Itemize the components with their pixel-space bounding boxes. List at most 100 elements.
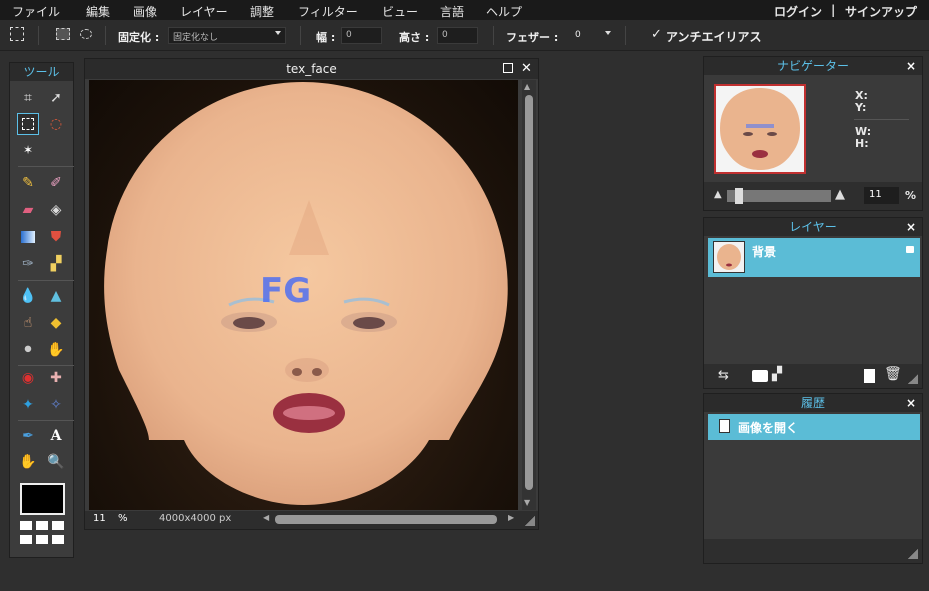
navigator-thumbnail[interactable]: [714, 84, 806, 174]
document-close-icon[interactable]: ✕: [521, 59, 532, 79]
eraser-icon[interactable]: ▰: [17, 199, 39, 221]
marquee-icon[interactable]: [17, 113, 39, 135]
maximize-icon[interactable]: [503, 63, 513, 73]
auth-separator: |: [831, 3, 836, 17]
feather-input[interactable]: 0: [570, 27, 600, 44]
navigator-zoom-bar: ▲ ▲ 11 %: [704, 182, 922, 210]
zoom-icon[interactable]: 🔍: [45, 451, 67, 473]
navigator-zoom-slider[interactable]: [727, 188, 831, 204]
menu-image[interactable]: 画像: [133, 3, 157, 20]
zoom-in-mountain-icon[interactable]: ▲: [835, 187, 845, 202]
sponge-icon[interactable]: ◆: [45, 312, 67, 334]
resize-grip-icon[interactable]: [525, 516, 535, 526]
layers-close-icon[interactable]: ×: [906, 218, 916, 236]
history-resize-icon[interactable]: [908, 549, 918, 559]
sharpen-icon[interactable]: ▲: [45, 285, 67, 307]
spot-heal-icon[interactable]: ✚: [45, 367, 67, 389]
zoom-value[interactable]: 11: [93, 513, 106, 524]
rect-shape-icon[interactable]: [56, 28, 70, 40]
antialias-label: アンチエイリアス: [666, 30, 762, 44]
document-window: tex_face ✕ FG ▲ ▼ 11 % 4000x4000 px ◀ ▶: [84, 58, 539, 530]
image-size: 4000x4000 px: [159, 513, 232, 524]
width-value: 0: [346, 30, 352, 40]
menu-file[interactable]: ファイル: [12, 3, 60, 20]
document-titlebar: tex_face: [85, 59, 538, 79]
layer-settings-icon[interactable]: ⇆: [718, 368, 729, 383]
options-bar: 固定化 : 固定化なし 幅 : 0 高さ : 0 フェザー : 0 ✓ アンチエ…: [0, 20, 929, 51]
pencil-icon[interactable]: ✎: [17, 172, 39, 194]
grid-icon[interactable]: [20, 521, 68, 549]
history-item[interactable]: 画像を開く: [708, 414, 920, 440]
history-item-label: 画像を開く: [738, 421, 799, 435]
chevron-down-icon: [275, 31, 281, 35]
marquee-tool-icon: [10, 27, 24, 41]
layer-mask-icon[interactable]: [752, 370, 768, 382]
stamp-icon[interactable]: ⛊: [45, 226, 67, 248]
menu-view[interactable]: ビュー: [382, 3, 418, 20]
text-tool-icon[interactable]: A: [45, 425, 67, 447]
antialias-checkbox[interactable]: ✓: [651, 27, 662, 42]
burn-icon[interactable]: ✋: [45, 339, 67, 361]
scroll-thumb-horizontal[interactable]: [275, 515, 497, 524]
height-input[interactable]: 0: [437, 27, 478, 44]
scroll-down-icon[interactable]: ▼: [524, 498, 530, 507]
dodge-icon[interactable]: ⚫: [17, 339, 39, 361]
zoom-out-mountain-icon[interactable]: ▲: [714, 189, 722, 200]
vertical-scrollbar[interactable]: ▲ ▼: [522, 80, 536, 510]
image-canvas[interactable]: FG: [89, 80, 518, 510]
smudge-icon[interactable]: ☝: [17, 312, 39, 334]
menu-adjust[interactable]: 調整: [250, 3, 274, 20]
scroll-up-icon[interactable]: ▲: [524, 82, 530, 91]
menu-edit[interactable]: 編集: [86, 3, 110, 20]
hand-icon[interactable]: ✋: [17, 451, 39, 473]
fixed-select-value: 固定化なし: [173, 33, 219, 43]
navigator-close-icon[interactable]: ×: [906, 57, 916, 75]
foreground-color-swatch[interactable]: [20, 483, 65, 515]
layers-resize-icon[interactable]: [908, 374, 918, 384]
menu-layer[interactable]: レイヤー: [180, 3, 228, 20]
ellipse-shape-icon[interactable]: [80, 29, 92, 39]
scroll-left-icon[interactable]: ◀: [263, 513, 269, 522]
layers-panel: レイヤー × 背景 ⇆ ▞ 🗑: [703, 217, 923, 389]
login-link[interactable]: ログイン: [774, 3, 822, 20]
width-input[interactable]: 0: [341, 27, 382, 44]
scroll-right-icon[interactable]: ▶: [508, 513, 514, 522]
brush-icon[interactable]: ✐: [45, 172, 67, 194]
pinch-icon[interactable]: ✧: [45, 394, 67, 416]
blur-icon[interactable]: 💧: [17, 285, 39, 307]
new-layer-icon[interactable]: [864, 369, 875, 383]
menu-help[interactable]: ヘルプ: [486, 3, 522, 20]
feather-value: 0: [575, 30, 581, 40]
scroll-thumb-vertical[interactable]: [525, 95, 533, 490]
document-statusbar: 11 % 4000x4000 px ◀ ▶: [85, 511, 538, 529]
history-close-icon[interactable]: ×: [906, 394, 916, 412]
trash-icon[interactable]: 🗑: [884, 366, 902, 382]
face-image: FG: [104, 82, 508, 505]
fixed-label: 固定化 :: [118, 31, 160, 44]
navigator-zoom-input[interactable]: 11: [864, 187, 899, 204]
color-replace-icon[interactable]: ✑: [17, 253, 39, 275]
red-eye-icon[interactable]: ◉: [17, 367, 39, 389]
color-picker-icon[interactable]: ✒: [17, 425, 39, 447]
document-icon: [719, 419, 730, 433]
gradient-icon[interactable]: [17, 226, 39, 248]
bucket-icon[interactable]: ◈: [45, 199, 67, 221]
navigator-zoom-thumb[interactable]: [735, 188, 743, 204]
move-icon[interactable]: ➚: [45, 87, 67, 109]
menu-filter[interactable]: フィルター: [298, 3, 358, 20]
layer-thumbnail: [713, 241, 745, 273]
menu-language[interactable]: 言語: [440, 3, 464, 20]
fixed-select[interactable]: 固定化なし: [168, 27, 286, 44]
drawing-icon[interactable]: ▞: [45, 253, 67, 275]
feather-chevron-down-icon[interactable]: [605, 31, 611, 35]
tools-panel: ツール ⌗ ➚ ◌ ✶ ✎ ✐ ▰ ◈ ⛊ ✑ ▞ 💧 ▲ ☝ ◆ ⚫ ✋ ◉ …: [9, 62, 74, 558]
crop-icon[interactable]: ⌗: [17, 87, 39, 109]
signup-link[interactable]: サインアップ: [845, 3, 917, 20]
bloat-icon[interactable]: ✦: [17, 394, 39, 416]
layer-effects-icon[interactable]: ▞: [772, 367, 782, 382]
layer-name[interactable]: 背景: [752, 243, 776, 260]
layer-row[interactable]: 背景: [708, 238, 920, 277]
lasso-icon[interactable]: ◌: [45, 113, 67, 135]
layers-footer: ⇆ ▞ 🗑: [704, 364, 922, 388]
magic-wand-icon[interactable]: ✶: [17, 139, 39, 161]
